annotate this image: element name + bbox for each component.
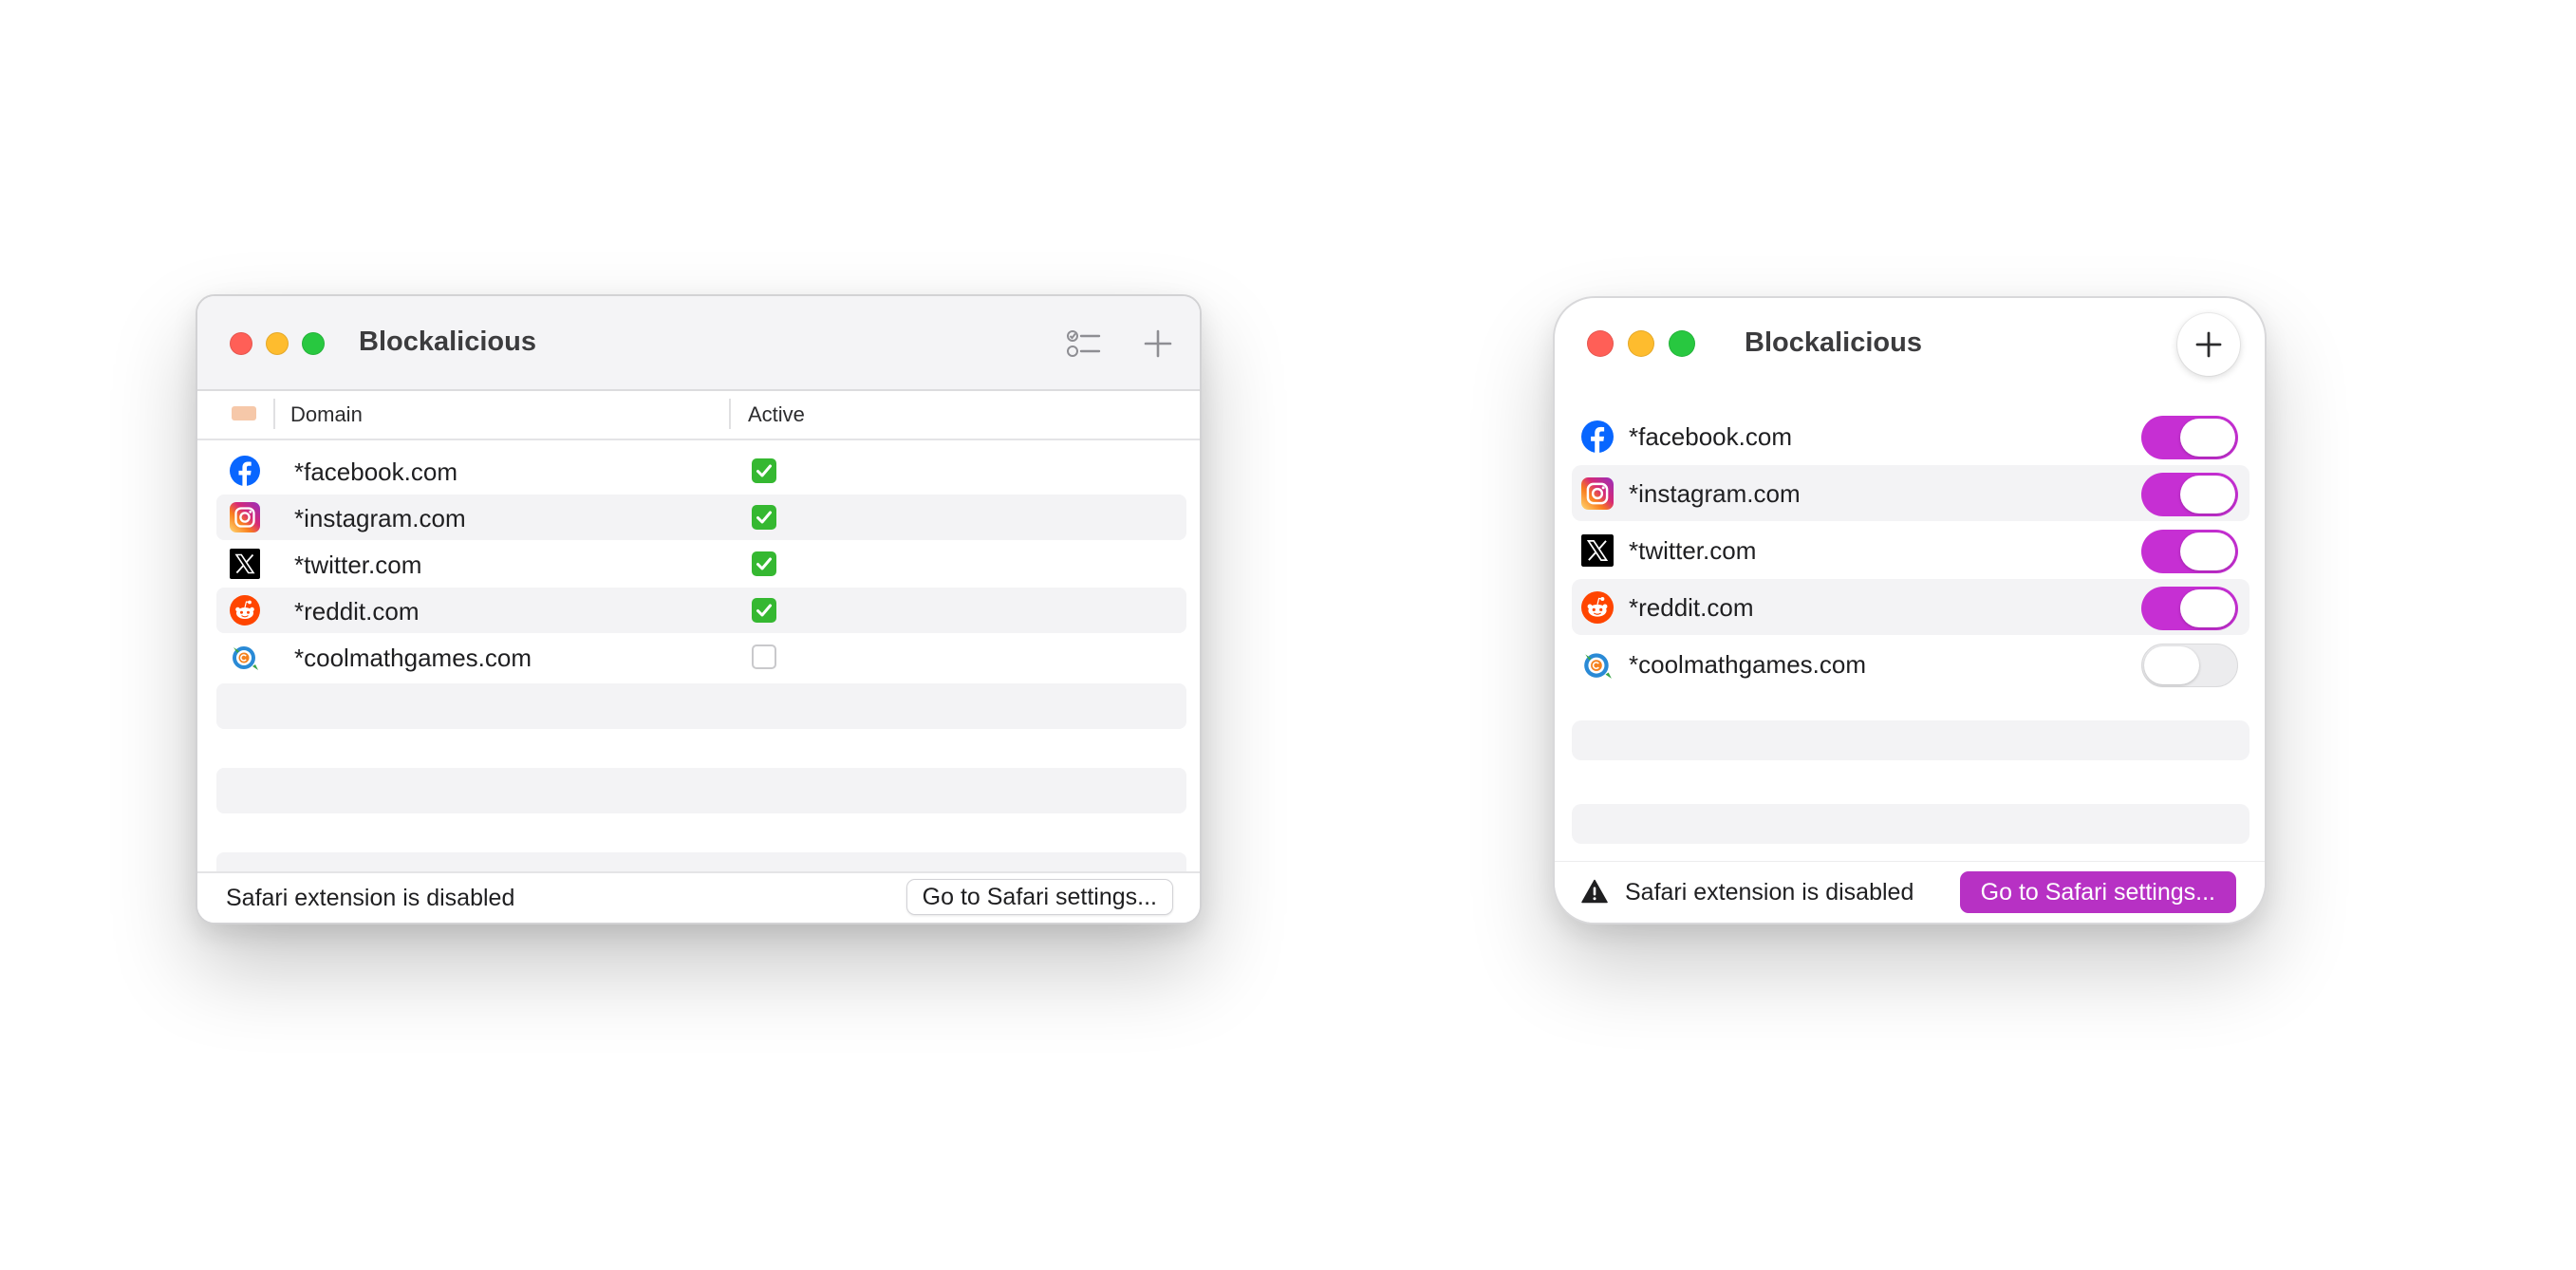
empty-row [216, 683, 1186, 729]
list-item[interactable]: *reddit.com [1572, 579, 2249, 635]
facebook-icon [230, 456, 260, 486]
instagram-icon [230, 502, 260, 532]
toggle-knob [2180, 589, 2235, 627]
instagram-icon [1581, 477, 1614, 510]
checkmark-icon [756, 604, 772, 617]
status-bar: Safari extension is disabled Go to Safar… [197, 871, 1200, 923]
add-domain-button[interactable] [2177, 313, 2240, 376]
active-checkbox[interactable] [752, 551, 776, 576]
plus-icon [2195, 331, 2222, 358]
table-row[interactable]: *reddit.com [216, 588, 1186, 633]
toggle-knob [2144, 646, 2199, 684]
zoom-button[interactable] [302, 332, 325, 355]
domain-label: *reddit.com [294, 597, 420, 626]
domain-label: *reddit.com [1629, 593, 1754, 622]
column-separator[interactable] [273, 399, 275, 429]
minimize-button[interactable] [266, 332, 289, 355]
table-row[interactable]: *coolmathgames.com [216, 634, 1186, 680]
checkmark-icon [756, 557, 772, 570]
go-to-safari-settings-button[interactable]: Go to Safari settings... [1959, 871, 2236, 913]
facebook-icon [1581, 420, 1614, 453]
table-row[interactable]: *twitter.com [216, 541, 1186, 587]
active-toggle[interactable] [2141, 644, 2238, 687]
active-checkbox[interactable] [752, 458, 776, 483]
domain-label: *facebook.com [1629, 422, 1792, 451]
coolmathgames-icon [1584, 653, 1612, 679]
coolmathgames-icon [233, 646, 258, 670]
zoom-button[interactable] [1669, 330, 1695, 357]
domain-list: *facebook.com *instagram.com *twitter.co… [1572, 408, 2249, 887]
domain-label: *twitter.com [1629, 536, 1757, 565]
window-title: Blockalicious [359, 327, 536, 357]
domain-label: *twitter.com [294, 551, 422, 579]
icon-column-header[interactable] [232, 406, 256, 420]
empty-row [216, 768, 1186, 813]
domain-label: *facebook.com [294, 458, 457, 486]
reddit-icon [1581, 591, 1614, 624]
extension-status-text: Safari extension is disabled [226, 885, 515, 911]
minimize-button[interactable] [1628, 330, 1654, 357]
active-checkbox[interactable] [752, 644, 776, 669]
active-toggle[interactable] [2141, 416, 2238, 459]
close-button[interactable] [1587, 330, 1614, 357]
plus-icon[interactable] [1139, 325, 1177, 363]
empty-row [1572, 804, 2249, 844]
column-separator[interactable] [729, 399, 731, 429]
domain-label: *instagram.com [294, 504, 466, 532]
x-twitter-icon [1581, 534, 1614, 567]
reddit-icon [230, 595, 260, 626]
blockalicious-window-table: Blockalicious Domain Active *facebook.co… [196, 294, 1202, 924]
empty-row [1572, 720, 2249, 760]
active-checkbox[interactable] [752, 598, 776, 623]
active-column-header[interactable]: Active [748, 402, 805, 427]
list-item[interactable]: *facebook.com [1572, 408, 2249, 464]
domain-column-header[interactable]: Domain [290, 402, 363, 427]
domain-table: *facebook.com *instagram.com *twitter.co… [216, 448, 1186, 923]
warning-icon [1581, 879, 1608, 904]
list-item[interactable]: *coolmathgames.com [1572, 636, 2249, 692]
close-button[interactable] [230, 332, 252, 355]
table-row[interactable]: *facebook.com [216, 448, 1186, 494]
active-toggle[interactable] [2141, 587, 2238, 630]
x-twitter-icon [230, 549, 260, 579]
checklist-icon[interactable] [1065, 325, 1103, 363]
go-to-safari-settings-button[interactable]: Go to Safari settings... [905, 879, 1173, 915]
titlebar [197, 296, 1200, 391]
checkmark-icon [756, 511, 772, 524]
domain-label: *coolmathgames.com [1629, 650, 1866, 679]
domain-label: *coolmathgames.com [294, 644, 532, 672]
table-row[interactable]: *instagram.com [216, 495, 1186, 540]
domain-label: *instagram.com [1629, 479, 1801, 508]
window-title: Blockalicious [1745, 327, 1922, 358]
status-bar: Safari extension is disabled Go to Safar… [1555, 861, 2265, 923]
toggle-knob [2180, 532, 2235, 570]
active-checkbox[interactable] [752, 505, 776, 530]
list-item[interactable]: *twitter.com [1572, 522, 2249, 578]
blockalicious-window-toggles: Blockalicious *facebook.com *instagram.c… [1553, 296, 2267, 924]
toggle-knob [2180, 419, 2235, 457]
active-toggle[interactable] [2141, 530, 2238, 573]
checkmark-icon [756, 464, 772, 477]
toggle-knob [2180, 476, 2235, 514]
list-item[interactable]: *instagram.com [1572, 465, 2249, 521]
active-toggle[interactable] [2141, 473, 2238, 516]
extension-status-text: Safari extension is disabled [1625, 879, 1914, 906]
